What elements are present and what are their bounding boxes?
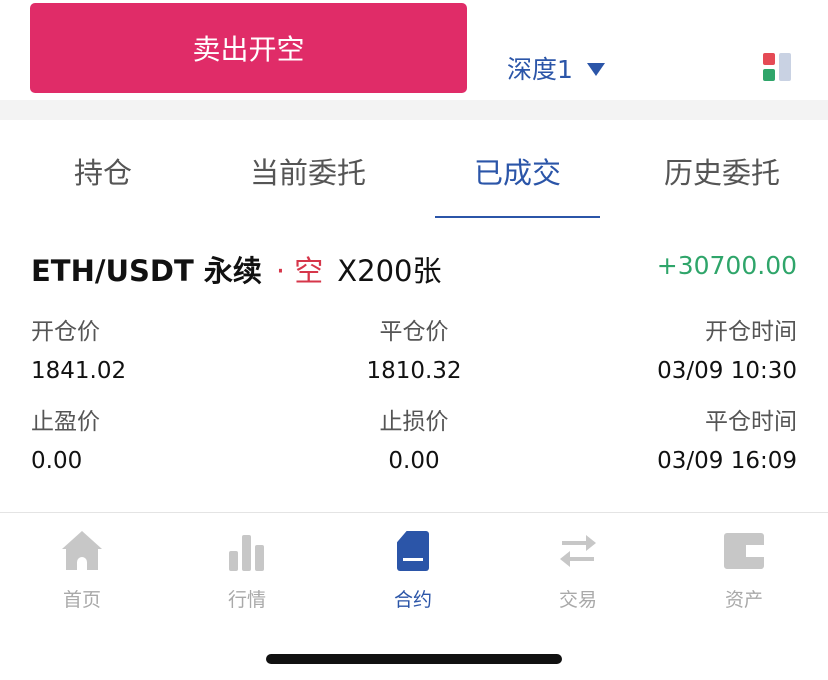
order-tabs: 持仓 当前委托 已成交 历史委托 bbox=[0, 120, 828, 220]
nav-item-label: 资产 bbox=[724, 589, 763, 611]
close-time-value: 03/09 16:09 bbox=[657, 448, 797, 474]
trade-pnl: +30700.00 bbox=[656, 251, 797, 280]
depth-selector[interactable]: 深度1 bbox=[507, 50, 605, 86]
trade-side: · 空 bbox=[275, 254, 324, 288]
open-time-label: 开仓时间 bbox=[705, 319, 797, 345]
close-price-value: 1810.32 bbox=[366, 358, 462, 384]
home-icon bbox=[62, 531, 102, 571]
nav-item-label: 合约 bbox=[393, 589, 432, 611]
nav-item-label: 交易 bbox=[558, 589, 597, 611]
filled-trade-card[interactable]: ETH/USDT 永续 · 空 X200张 +30700.00 开仓价 1841… bbox=[0, 220, 828, 512]
wallet-icon bbox=[724, 531, 764, 571]
tab-filled[interactable]: 已成交 bbox=[474, 150, 561, 192]
nav-item-contract[interactable]: 合约 bbox=[363, 531, 463, 612]
nav-item-label: 行情 bbox=[227, 589, 266, 611]
open-time-value: 03/09 10:30 bbox=[657, 358, 797, 384]
nav-item-assets[interactable]: 资产 bbox=[694, 531, 794, 612]
nav-item-trade[interactable]: 交易 bbox=[528, 531, 628, 612]
open-time-cell: 开仓时间 03/09 10:30 bbox=[657, 312, 797, 384]
close-time-cell: 平仓时间 03/09 16:09 bbox=[657, 402, 797, 474]
sell-open-short-button[interactable]: 卖出开空 bbox=[30, 3, 467, 93]
contract-icon bbox=[393, 531, 433, 571]
stop-loss-label: 止损价 bbox=[379, 409, 449, 435]
active-tab-underline bbox=[435, 216, 600, 218]
depth-label: 深度1 bbox=[507, 55, 573, 84]
nav-item-market[interactable]: 行情 bbox=[197, 531, 297, 612]
stop-loss-cell: 止损价 0.00 bbox=[330, 402, 498, 474]
dropdown-triangle-icon bbox=[586, 62, 605, 76]
trade-title: ETH/USDT 永续 · 空 X200张 bbox=[31, 248, 442, 290]
take-profit-value: 0.00 bbox=[31, 448, 83, 474]
close-price-label: 平仓价 bbox=[379, 319, 449, 345]
order-action-bar: 卖出开空 深度1 bbox=[0, 0, 828, 100]
take-profit-label: 止盈价 bbox=[31, 409, 100, 435]
home-indicator-bar[interactable] bbox=[266, 654, 562, 664]
chart-icon bbox=[227, 531, 267, 571]
close-price-cell: 平仓价 1810.32 bbox=[330, 312, 498, 384]
nav-item-label: 首页 bbox=[62, 589, 101, 611]
trade-leverage: X200张 bbox=[337, 254, 442, 288]
open-price-label: 开仓价 bbox=[31, 319, 100, 345]
open-price-cell: 开仓价 1841.02 bbox=[31, 312, 126, 384]
tab-current-orders[interactable]: 当前委托 bbox=[250, 150, 366, 192]
take-profit-cell: 止盈价 0.00 bbox=[31, 402, 100, 474]
tab-positions[interactable]: 持仓 bbox=[74, 150, 132, 192]
nav-item-home[interactable]: 首页 bbox=[32, 531, 132, 612]
section-separator bbox=[0, 100, 828, 120]
open-price-value: 1841.02 bbox=[31, 358, 127, 384]
close-time-label: 平仓时间 bbox=[705, 409, 797, 435]
swap-icon bbox=[558, 531, 598, 571]
trade-pair: ETH/USDT 永续 bbox=[31, 254, 262, 288]
stop-loss-value: 0.00 bbox=[388, 448, 440, 474]
orderbook-layout-icon[interactable] bbox=[763, 53, 793, 83]
tab-order-history[interactable]: 历史委托 bbox=[664, 150, 780, 192]
